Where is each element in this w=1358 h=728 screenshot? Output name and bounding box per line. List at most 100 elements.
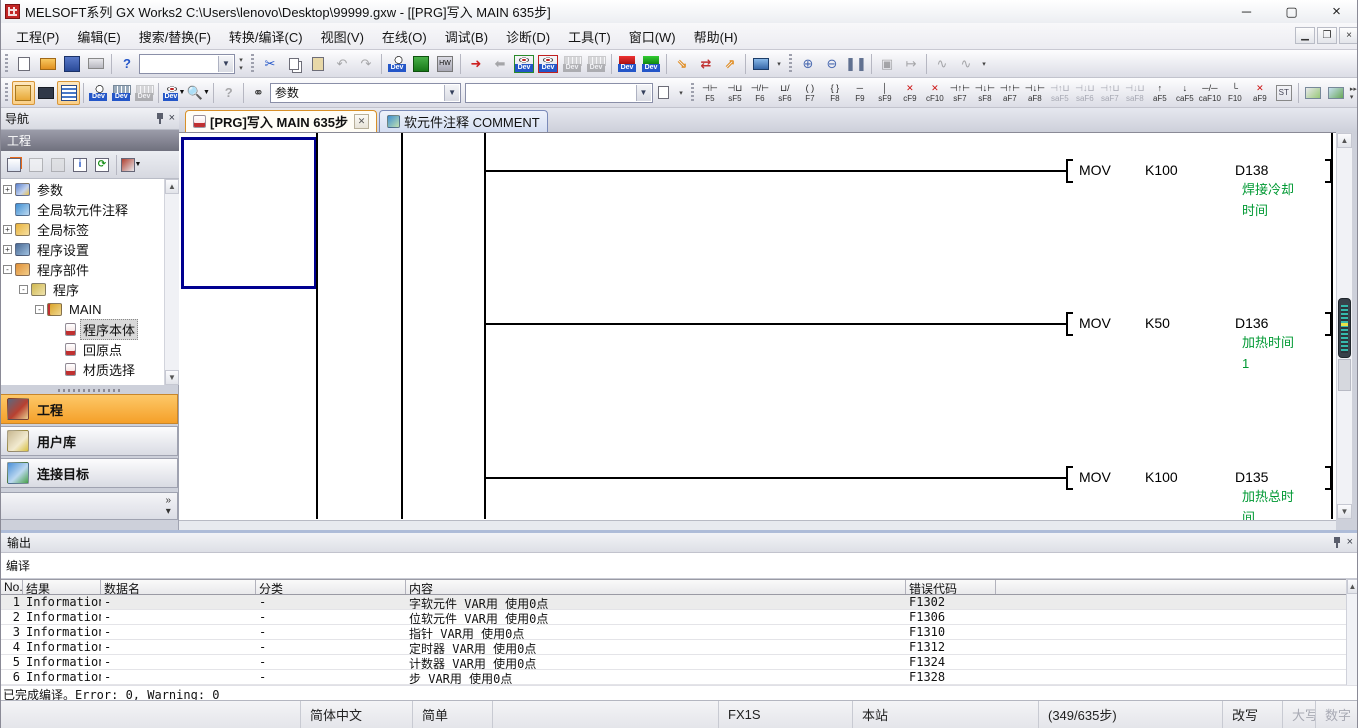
tab-close-icon[interactable]: ✕ bbox=[354, 114, 369, 129]
toolbar-overflow-icon[interactable]: ▾ bbox=[773, 52, 785, 76]
ladder-symbol-button[interactable]: ⊣/⊢ F6 bbox=[747, 80, 772, 106]
ladder-symbol-button[interactable]: ─/─ caF10 bbox=[1197, 80, 1222, 106]
device-comment-button[interactable] bbox=[87, 81, 110, 105]
menu-item[interactable]: 工具(T) bbox=[559, 23, 620, 50]
tree-scrollbar[interactable]: ▲ ▼ bbox=[164, 179, 179, 385]
toolbar-overflow-icon[interactable]: ▾ bbox=[675, 81, 686, 105]
instruction-destination-operand[interactable]: D138 bbox=[1235, 162, 1324, 178]
device-batch-monitor-button[interactable] bbox=[560, 52, 584, 76]
device-data-combo[interactable]: 参数▼ bbox=[270, 83, 461, 103]
tree-expander-icon[interactable]: - bbox=[3, 265, 12, 274]
simulation-button[interactable]: ▣ bbox=[875, 52, 899, 76]
combo-dropdown-icon[interactable]: ▼ bbox=[444, 85, 459, 101]
step-run-button[interactable]: ↦ bbox=[899, 52, 923, 76]
ladder-symbol-button[interactable]: ( ) F7 bbox=[797, 80, 822, 106]
tree-item[interactable]: 程序本体 bbox=[1, 319, 179, 339]
device-test-start-button[interactable] bbox=[639, 52, 663, 76]
edit-statement-button[interactable] bbox=[1325, 81, 1348, 105]
window-close-button[interactable]: × bbox=[1314, 1, 1358, 22]
output-column-header[interactable]: No. bbox=[1, 580, 23, 594]
tree-item-label[interactable]: 程序 bbox=[50, 279, 82, 300]
instruction-mnemonic[interactable]: MOV bbox=[1079, 162, 1145, 178]
document-zoom-button[interactable] bbox=[653, 81, 676, 105]
sort-filter-button[interactable]: ▼ bbox=[120, 154, 142, 176]
find-button[interactable]: ⚭ bbox=[247, 81, 270, 105]
user-library-button[interactable]: 用户库 bbox=[1, 426, 178, 456]
scale-up-button[interactable]: ⊕ bbox=[796, 52, 820, 76]
verify-with-plc-button[interactable]: ⇗ bbox=[718, 52, 742, 76]
ladder-canvas[interactable]: MOV K100 D138 焊接冷却 时间 MOV K50 D136 加热时间 bbox=[179, 132, 1336, 520]
ladder-symbol-button[interactable]: ✕ cF10 bbox=[922, 80, 947, 106]
toolbar-grip[interactable] bbox=[250, 54, 255, 74]
instruction-destination-operand[interactable]: D135 bbox=[1235, 469, 1324, 485]
tree-item[interactable]: 材质选择 bbox=[1, 359, 179, 379]
mdi-close-button[interactable]: × bbox=[1339, 27, 1358, 44]
tree-expander-icon[interactable]: - bbox=[35, 305, 44, 314]
inline-st-button[interactable]: ST bbox=[1272, 81, 1295, 105]
device-setting-button[interactable] bbox=[133, 81, 156, 105]
sampling-trace-button[interactable]: ∿ bbox=[930, 52, 954, 76]
instruction-source-operand[interactable]: K100 bbox=[1145, 162, 1235, 178]
function-block-selection-button[interactable] bbox=[35, 81, 58, 105]
ladder-symbol-button[interactable]: ⊣⊔ sF5 bbox=[722, 80, 747, 106]
ladder-symbol-button[interactable]: ✕ cF9 bbox=[897, 80, 922, 106]
combo-dropdown-icon[interactable]: ▼ bbox=[636, 85, 651, 101]
new-data-button[interactable] bbox=[3, 154, 25, 176]
menu-item[interactable]: 视图(V) bbox=[312, 23, 373, 50]
toolbar-grip[interactable] bbox=[4, 54, 9, 74]
tree-item-label[interactable]: 全局软元件注释 bbox=[34, 199, 131, 220]
output-row[interactable]: 5 Information - - 计数器 VAR用 使用0点 F1324 bbox=[1, 655, 1346, 670]
project-combo[interactable]: ▼ bbox=[139, 54, 235, 74]
ladder-symbol-button[interactable]: ⊣⊢ F5 bbox=[697, 80, 722, 106]
connection-destination-button[interactable]: 连接目标 bbox=[1, 458, 178, 488]
output-row[interactable]: 6 Information - - 步 VAR用 使用0点 F1328 bbox=[1, 670, 1346, 685]
ladder-symbol-button[interactable]: ⊣↓⊔ saF8 bbox=[1122, 80, 1147, 106]
print-button[interactable] bbox=[84, 52, 108, 76]
buffer-memory-monitor-button[interactable] bbox=[584, 52, 608, 76]
toolbar-overflow-icon[interactable]: ▾▾ bbox=[235, 52, 247, 76]
menu-item[interactable]: 调试(B) bbox=[436, 23, 497, 50]
scrollbar-thumb[interactable] bbox=[1338, 359, 1351, 391]
ladder-symbol-button[interactable]: │ sF9 bbox=[872, 80, 897, 106]
menu-item[interactable]: 搜索/替换(F) bbox=[130, 23, 220, 50]
program-check-button[interactable]: ⇘ bbox=[670, 52, 694, 76]
open-project-button[interactable] bbox=[36, 52, 60, 76]
window-minimize-button[interactable]: ─ bbox=[1224, 1, 1269, 22]
help-context-button[interactable]: ? bbox=[217, 81, 240, 105]
scroll-down-icon[interactable]: ▼ bbox=[165, 370, 179, 385]
toolbar-grip[interactable] bbox=[788, 54, 793, 74]
tree-item-label[interactable]: 回原点 bbox=[80, 339, 125, 360]
output-row[interactable]: 2 Information - - 位软元件 VAR用 使用0点 F1306 bbox=[1, 610, 1346, 625]
mdi-minimize-button[interactable]: ▁ bbox=[1295, 27, 1315, 44]
redo-button[interactable]: ↷ bbox=[354, 52, 378, 76]
tree-expander-icon[interactable]: - bbox=[19, 285, 28, 294]
write-to-plc-button[interactable]: ➜ bbox=[464, 52, 488, 76]
device-find-button[interactable] bbox=[385, 52, 409, 76]
output-scrollbar[interactable]: ▲ bbox=[1346, 579, 1358, 685]
help-button[interactable]: ? bbox=[115, 52, 139, 76]
pin-icon[interactable] bbox=[1332, 536, 1343, 549]
ladder-symbol-button[interactable]: └ F10 bbox=[1222, 80, 1247, 106]
output-row[interactable]: 3 Information - - 指针 VAR用 使用0点 F1310 bbox=[1, 625, 1346, 640]
tree-item-label[interactable]: 程序本体 bbox=[80, 319, 138, 340]
output-row[interactable]: 4 Information - - 定时器 VAR用 使用0点 F1312 bbox=[1, 640, 1346, 655]
ladder-selection-cursor[interactable] bbox=[181, 137, 317, 289]
find-zoom-button[interactable]: 🔍▼ bbox=[186, 81, 210, 105]
instruction-source-operand[interactable]: K50 bbox=[1145, 315, 1235, 331]
ladder-symbol-button[interactable]: ⊣↑⊔ saF5 bbox=[1047, 80, 1072, 106]
tree-item[interactable]: + 全局标签 bbox=[1, 219, 179, 239]
ladder-symbol-button[interactable]: ✕ aF9 bbox=[1247, 80, 1272, 106]
pin-icon[interactable] bbox=[155, 112, 166, 125]
monitor-stop-button[interactable] bbox=[536, 52, 560, 76]
instruction-mnemonic[interactable]: MOV bbox=[1079, 469, 1145, 485]
copy-data-button[interactable] bbox=[25, 154, 47, 176]
tree-item-label[interactable]: 参数 bbox=[34, 179, 66, 200]
ladder-symbol-button[interactable]: ↓ caF5 bbox=[1172, 80, 1197, 106]
tree-item-label[interactable]: 全局标签 bbox=[34, 219, 92, 240]
refresh-button[interactable]: ⟳ bbox=[91, 154, 113, 176]
more-views-button[interactable]: »▾ bbox=[165, 495, 171, 517]
watch-button[interactable]: ∿ bbox=[954, 52, 978, 76]
tree-item[interactable]: - MAIN bbox=[1, 299, 179, 319]
device-memory-button[interactable] bbox=[110, 81, 133, 105]
pause-button[interactable]: ❚❚ bbox=[844, 52, 868, 76]
